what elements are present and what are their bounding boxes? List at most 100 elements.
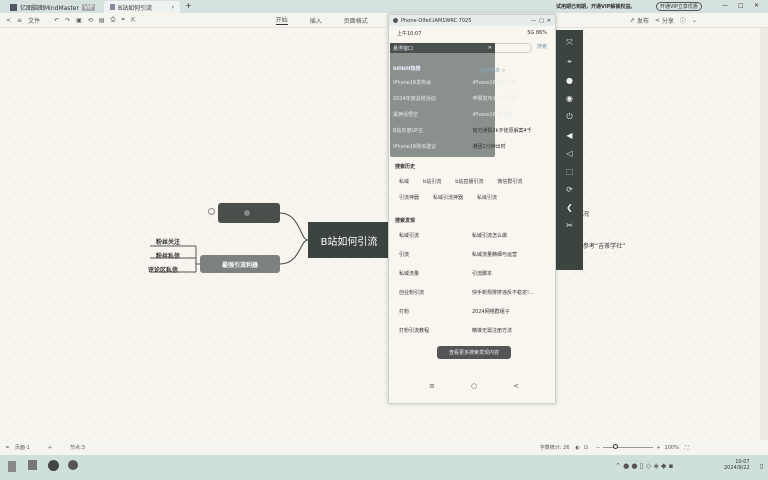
leaf-topic[interactable]: 粉丝私信	[156, 251, 180, 260]
tab-page-format[interactable]: 页面格式	[344, 16, 368, 25]
discover-item[interactable]: 引流脚本	[472, 270, 545, 277]
phone-close[interactable]: ✕	[547, 18, 551, 24]
discover-item[interactable]: 创业粉引流	[399, 289, 472, 296]
leaf-topic[interactable]: 评论区私信	[148, 265, 178, 274]
right-panel-strip[interactable]	[760, 28, 768, 440]
hot-item[interactable]: iPhone16全系价格	[473, 79, 553, 86]
discover-item[interactable]: 私域引流	[399, 232, 472, 239]
hot-item[interactable]: 苹果发布会中字文件	[473, 95, 553, 102]
history-chip[interactable]: 引流神器	[399, 194, 419, 201]
fullscreen-icon[interactable]: ⤧	[566, 38, 572, 48]
tab-insert[interactable]: 插入	[310, 16, 322, 25]
zoom-level[interactable]: 100%	[665, 445, 679, 451]
phone-maximize[interactable]: □	[539, 18, 544, 24]
help-icon[interactable]: ⓘ	[680, 16, 686, 25]
clock[interactable]: 10:07 2024/9/22	[724, 459, 750, 471]
focus-icon[interactable]: ◐	[576, 445, 580, 451]
close-button[interactable]: ✕	[754, 2, 759, 9]
print-icon[interactable]: ⎙	[111, 16, 116, 24]
home-button[interactable]: ○	[471, 382, 477, 390]
save-icon[interactable]: ▤	[99, 17, 105, 24]
tab-document[interactable]: B站如何引流 ›	[104, 1, 180, 13]
floating-window[interactable]: 悬浮窗口 ✕ bilibili热搜 iPhone16发布会 iPhone16全系价格…	[390, 43, 532, 157]
root-topic[interactable]: B站如何引流	[308, 222, 390, 258]
tab-start[interactable]: 开始	[275, 15, 288, 25]
hot-item[interactable]: B站年度UP主	[393, 127, 473, 134]
mindmap-canvas[interactable]: B站如何引流 最强引流利器 粉丝关注 粉丝私信 评论区私信 况 参考“吉茶学社”	[0, 28, 760, 440]
zoom-out-button[interactable]: −	[596, 445, 600, 451]
history-chip[interactable]: 私域引流	[477, 194, 497, 201]
discover-item[interactable]: 打粉引流教程	[399, 327, 472, 334]
history-chip[interactable]: 微信群引流	[497, 178, 522, 185]
discover-item[interactable]: 私域引流怎么做	[472, 232, 545, 239]
volume-up-icon[interactable]: ◀	[566, 131, 572, 140]
leaf-topic[interactable]: 粉丝关注	[156, 237, 180, 246]
notification-icon[interactable]: ▯	[760, 463, 763, 470]
discover-item[interactable]: 精准无需注册方法	[472, 327, 545, 334]
history-icon[interactable]: ⟲	[88, 17, 93, 24]
word-count[interactable]: 字数统计: 26	[540, 444, 570, 451]
pin-icon[interactable]: ⌖	[567, 57, 572, 67]
collapse-toggle-icon[interactable]	[208, 208, 215, 215]
hot-item[interactable]: 港团2分钟出时	[473, 143, 553, 150]
close-tab-icon[interactable]: ›	[172, 4, 174, 11]
recent-apps-button[interactable]: ≡	[429, 382, 435, 390]
export-icon[interactable]: ⇱	[131, 17, 136, 24]
phone-minimize[interactable]: —	[531, 18, 536, 24]
format-icon[interactable]: ⌗	[121, 16, 124, 24]
cut-icon[interactable]: ✂	[566, 221, 573, 230]
discover-item[interactable]: 快手新规排挤违反不稳定!...	[472, 289, 545, 296]
layout-icon[interactable]: ⌗	[6, 445, 9, 451]
full-list-link[interactable]: 完整榜单 >	[480, 67, 506, 74]
branch-topic-1[interactable]	[218, 203, 280, 223]
discover-item[interactable]: 私域流量	[399, 270, 472, 277]
taskbar-app-icon[interactable]	[48, 460, 59, 471]
tab-home[interactable]: 亿图脑图MindMaster VIP	[4, 1, 101, 13]
share-button[interactable]: 分享	[662, 16, 674, 25]
topic-fragment[interactable]: 参考“吉茶学社”	[583, 241, 625, 250]
taskbar-app-icon[interactable]	[8, 461, 16, 472]
zoom-slider[interactable]	[603, 444, 654, 449]
back-icon[interactable]: ❮	[566, 203, 573, 212]
branch-topic-2[interactable]: 最强引流利器	[200, 255, 280, 273]
new-tab-button[interactable]: +	[185, 1, 192, 10]
search-button[interactable]: 搜索	[537, 43, 547, 53]
more-discover-button[interactable]: 查看更多搜索发现内容	[437, 346, 511, 359]
file-menu[interactable]: 文件	[28, 16, 40, 25]
rotate-icon[interactable]: ⟳	[566, 185, 573, 194]
fullscreen-toggle-icon[interactable]: ⛶	[685, 445, 689, 451]
hot-item[interactable]: iPhone16发布会	[393, 79, 473, 86]
discover-item[interactable]: 打粉	[399, 308, 472, 315]
vip-button[interactable]: 开通VIP立享优惠	[656, 2, 702, 11]
eye-icon[interactable]: ◉	[566, 94, 573, 103]
page-selector[interactable]: 页面-1	[15, 444, 30, 451]
floating-close-icon[interactable]: ✕	[488, 45, 492, 51]
menu-icon[interactable]: ≡	[17, 17, 22, 24]
history-chip[interactable]: 私域	[399, 178, 409, 185]
taskbar-app-icon[interactable]	[68, 460, 78, 470]
topic-fragment[interactable]: 况	[583, 209, 589, 218]
hot-item[interactable]: iPhone16购买建议	[393, 143, 473, 150]
add-page-button[interactable]: +	[48, 445, 52, 451]
power-icon[interactable]: ⏻	[566, 112, 572, 122]
redo-icon[interactable]: ↷	[65, 17, 70, 24]
undo-icon[interactable]: ↶	[54, 17, 59, 24]
tray-icons[interactable]: ⌃ ● ● ▯ ◇ ◈ ◆ ▪	[615, 462, 673, 470]
screenshot-icon[interactable]: ⬚	[566, 167, 574, 176]
history-chip[interactable]: 私域引流神器	[433, 194, 463, 201]
minimize-button[interactable]: —	[722, 2, 728, 9]
share-icon[interactable]: ⋖	[655, 17, 660, 24]
publish-button[interactable]: 发布	[637, 16, 649, 25]
discover-item[interactable]: 引流	[399, 251, 472, 258]
hot-item[interactable]: iPhone16 抢先看	[473, 111, 553, 118]
zoom-in-button[interactable]: +	[656, 445, 660, 451]
discover-item[interactable]: 私域流量精细与运营	[472, 251, 545, 258]
collapse-icon[interactable]: ⌄	[692, 17, 697, 24]
record-icon[interactable]: ●	[566, 76, 573, 85]
volume-down-icon[interactable]: ◁	[566, 149, 572, 158]
hot-item[interactable]: 黑神话悟空	[393, 111, 473, 118]
present-icon[interactable]: ▣	[76, 17, 82, 24]
maximize-button[interactable]: □	[738, 2, 744, 9]
floating-window-header[interactable]: 悬浮窗口 ✕	[390, 43, 495, 53]
hot-item[interactable]: 官方通报2k歹徒原解案4千	[473, 127, 553, 134]
